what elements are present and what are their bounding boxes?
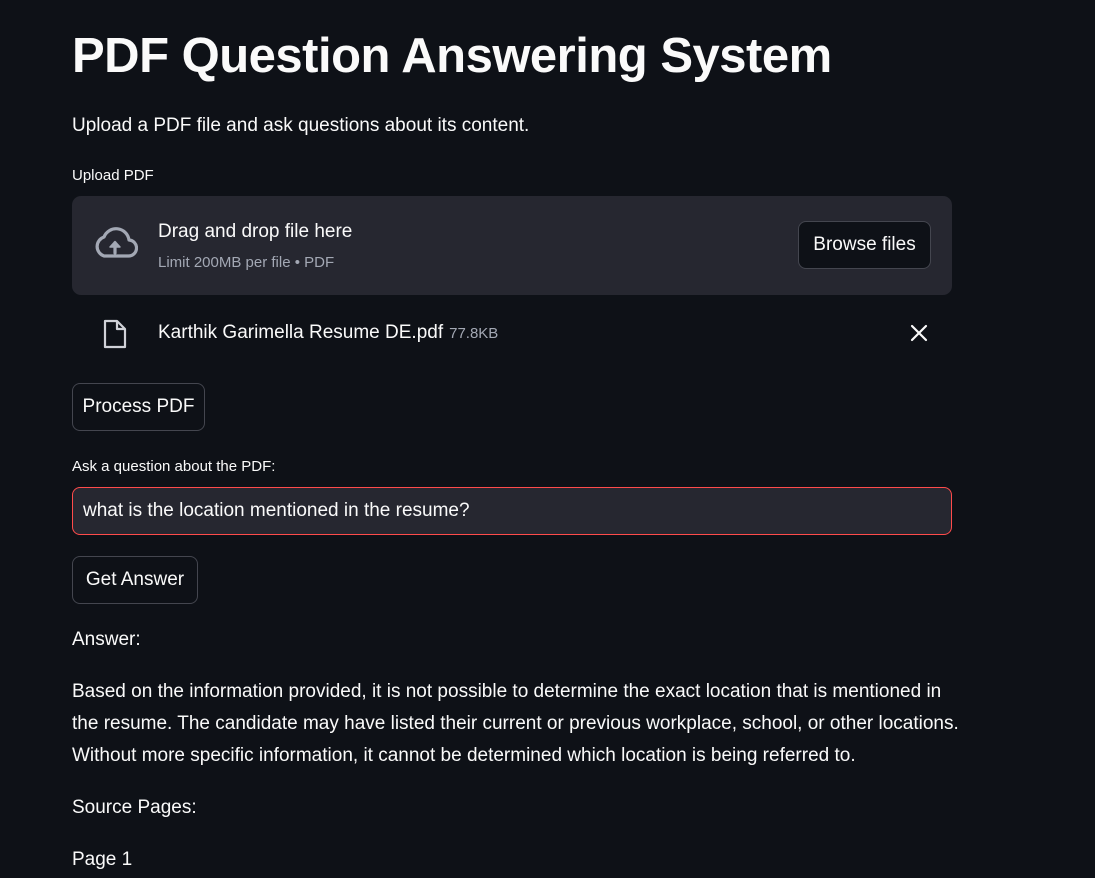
page-subtitle: Upload a PDF file and ask questions abou… — [72, 115, 530, 136]
question-input[interactable] — [72, 487, 952, 535]
get-answer-button[interactable]: Get Answer — [72, 556, 198, 604]
process-pdf-button[interactable]: Process PDF — [72, 383, 205, 431]
uploaded-file-name: Karthik Garimella Resume DE.pdf — [158, 322, 444, 343]
upload-label: Upload PDF — [72, 167, 154, 184]
uploaded-file-row: Karthik Garimella Resume DE.pdf 77.8KB — [72, 310, 952, 356]
cloud-upload-icon — [95, 227, 138, 258]
answer-heading: Answer: — [72, 629, 141, 650]
main-content: PDF Question Answering System Upload a P… — [0, 0, 1095, 878]
uploaded-file-name-wrap: Karthik Garimella Resume DE.pdf 77.8KB — [158, 321, 498, 346]
browse-files-button[interactable]: Browse files — [798, 221, 931, 269]
dropzone-limit-text: Limit 200MB per file • PDF — [158, 254, 335, 271]
uploaded-file-size: 77.8KB — [449, 325, 499, 342]
source-pages-heading: Source Pages: — [72, 797, 197, 818]
source-page-item: Page 1 — [72, 849, 133, 870]
file-dropzone[interactable]: Drag and drop file here Limit 200MB per … — [72, 196, 952, 295]
file-icon — [103, 319, 127, 349]
page-title: PDF Question Answering System — [72, 29, 832, 83]
answer-text: Based on the information provided, it is… — [72, 681, 959, 766]
close-icon[interactable] — [908, 322, 930, 344]
dropzone-instructions: Drag and drop file here — [158, 221, 353, 242]
question-label: Ask a question about the PDF: — [72, 458, 276, 475]
